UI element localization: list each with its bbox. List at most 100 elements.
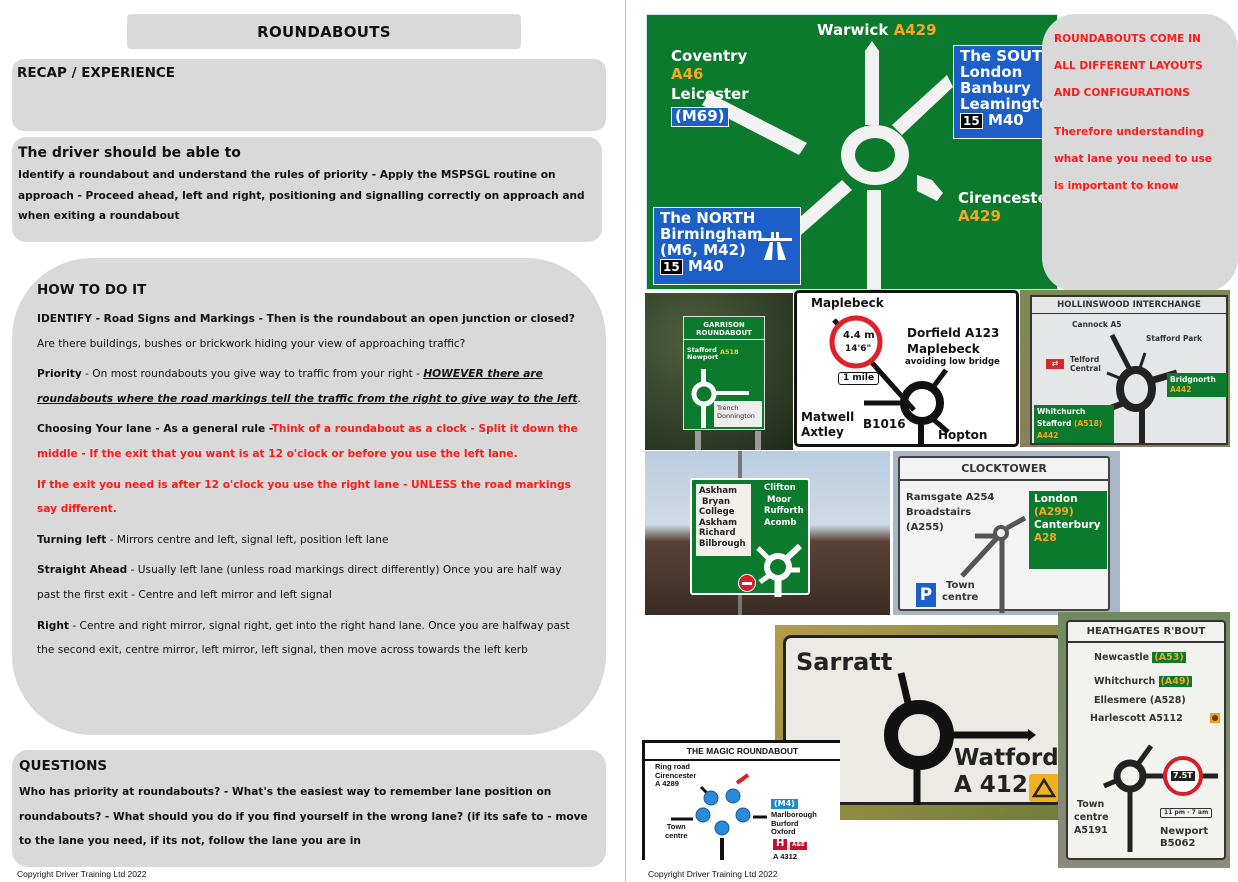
sign-text: A429 (958, 207, 1001, 225)
sign-text: A28 (1034, 532, 1057, 544)
straight-ahead-label: Straight Ahead (37, 564, 128, 577)
sign-text: centre (665, 830, 688, 840)
sign-text: (A518) (1073, 419, 1103, 428)
hollinswood-interchange-photo: HOLLINSWOOD INTERCHANGE Cannock A5 Staff… (1020, 290, 1230, 447)
sign-text: B1016 (863, 417, 906, 431)
recap-section: RECAP / EXPERIENCE (12, 59, 606, 131)
sign-text: A&E (790, 842, 807, 850)
objectives-text: Identify a roundabout and understand the… (18, 169, 585, 222)
askham-sign-face: Askham Bryan College Askham Richard Bilb… (690, 478, 810, 597)
right-text: - Centre and right mirror, signal right,… (37, 619, 570, 657)
sign-text: Central (1070, 364, 1101, 373)
copyright-left: Copyright Driver Training Ltd 2022 (17, 869, 147, 879)
sign-text: A 412 (954, 772, 1028, 798)
sign-text: Cirencester (958, 189, 1056, 207)
sign-text: Leicester (671, 85, 749, 103)
callout-text: ALL DIFFERENT LAYOUTS (1054, 60, 1203, 72)
right-label: Right (37, 619, 69, 632)
sign-text: Telford (1070, 355, 1100, 364)
sign-text: M40 (687, 257, 724, 275)
callout-text: Therefore understanding (1054, 126, 1204, 138)
callout-text: ROUNDABOUTS COME IN (1054, 33, 1201, 45)
sign-text: A518 (720, 348, 739, 356)
sign-text: A46 (671, 65, 704, 83)
copyright-right: Copyright Driver Training Ltd 2022 (648, 869, 778, 879)
sign-text: (M4) (771, 799, 798, 810)
sign-text: Stafford Park (1146, 334, 1202, 343)
sign-text: Hopton (938, 428, 988, 442)
right-paragraph: Right - Centre and right mirror, signal … (37, 614, 582, 663)
sign-text: Newport (687, 353, 719, 361)
sign-text: The NORTH (660, 209, 756, 227)
sign-text: B5062 (1160, 838, 1196, 849)
callout-box: ROUNDABOUTS COME IN ALL DIFFERENT LAYOUT… (1042, 14, 1238, 292)
sign-text: Coventry (671, 47, 748, 65)
maplebeck-sign: Maplebeck 4.4 m 14'6" 1 mile Dorfield A1… (794, 290, 1019, 447)
parking-icon: P (916, 583, 936, 607)
sign-text: Matwell (801, 410, 855, 424)
objectives-heading: The driver should be able to (18, 145, 241, 161)
sign-text: A429 (893, 21, 937, 39)
sign-text: Dorfield A123 (907, 326, 1000, 340)
no-entry-icon (738, 574, 756, 592)
sign-text: Town (1077, 799, 1105, 810)
sign-text: Warwick (817, 21, 889, 39)
sign-text: London (1034, 493, 1078, 505)
questions-text: Who has priority at roundabouts? - What'… (19, 786, 588, 848)
priority-paragraph: Priority - On most roundabouts you give … (37, 362, 582, 411)
sign-text: Axtley (801, 425, 844, 439)
sign-text: Maplebeck (907, 342, 980, 356)
motorway-icon (758, 232, 792, 260)
sign-post (755, 431, 761, 450)
sign-text: ROUNDABOUT (696, 329, 752, 337)
callout-text: is important to know (1054, 180, 1179, 192)
clocktower-sign-face: CLOCKTOWER Ramsgate A254 Broadstairs (A2… (898, 456, 1110, 613)
clocktower-sign-photo: CLOCKTOWER Ramsgate A254 Broadstairs (A2… (893, 451, 1120, 615)
sign-text: A442 (1170, 385, 1192, 394)
sign-text: A 4312 (773, 852, 797, 860)
sign-text: avoiding low bridge (905, 357, 1000, 367)
page-divider (625, 0, 626, 882)
identify-label: IDENTIFY - Road Signs and Markings - The… (37, 313, 575, 325)
questions-section: QUESTIONS Who has priority at roundabout… (12, 750, 606, 867)
primary-route-icon (1029, 774, 1059, 802)
sign-text: centre (1074, 812, 1109, 823)
sign-text: Newport (1160, 826, 1209, 837)
turning-left-text: - Mirrors centre and left, signal left, … (106, 533, 389, 546)
sign-text: centre (942, 592, 979, 603)
rail-icon: ⇄ (1046, 359, 1064, 369)
lane-rule-2: If the exit you need is after 12 o'clock… (37, 478, 571, 516)
page-title-text: ROUNDABOUTS (257, 22, 391, 41)
height-limit-text: 14'6" (845, 344, 872, 354)
sign-text: (M69) (671, 107, 729, 127)
how-to-heading: HOW TO DO IT (37, 282, 147, 298)
sign-text: (A299) (1034, 506, 1074, 518)
sign-text: Canterbury (1034, 519, 1101, 531)
askham-roundabout-photo: Askham Bryan College Askham Richard Bilb… (645, 451, 890, 615)
priority-label: Priority (37, 368, 82, 381)
sign-text: Town (946, 580, 975, 591)
identify-paragraph: IDENTIFY - Road Signs and Markings - The… (37, 307, 582, 356)
sign-text: Stafford (1037, 419, 1072, 428)
straight-ahead-paragraph: Straight Ahead - Usually left lane (unle… (37, 558, 582, 607)
sign-text: Trench (717, 404, 739, 412)
callout-text: AND CONFIGURATIONS (1054, 87, 1190, 99)
distance-plate: 1 mile (838, 372, 880, 386)
heathgates-sign-photo: HEATHGATES R'BOUT Newcastle (A53) Whitch… (1058, 612, 1230, 868)
sign-text: Watford (954, 745, 1059, 771)
callout-text: what lane you need to use (1054, 153, 1213, 165)
sign-text: GARRISON (703, 321, 745, 329)
recap-heading: RECAP / EXPERIENCE (17, 65, 176, 81)
callout-spacer (1054, 107, 1226, 119)
lane-label: Choosing Your lane - As a general rule - (37, 423, 272, 436)
hollinswood-sign-face: HOLLINSWOOD INTERCHANGE Cannock A5 Staff… (1030, 295, 1228, 445)
time-plate: 11 pm - 7 am (1160, 808, 1213, 819)
north-panel: The NORTH Birmingham (M6, M42) 15 M40 (653, 207, 801, 285)
sign-text: HOLLINSWOOD INTERCHANGE (1032, 297, 1226, 314)
triangle-icon (1031, 777, 1057, 798)
identify-text: Are there buildings, bushes or brickwork… (37, 337, 466, 350)
priority-text: - On most roundabouts you give way to tr… (81, 368, 424, 381)
page-title: ROUNDABOUTS (127, 14, 521, 49)
garrison-roundabout-photo: GARRISON ROUNDABOUT Stafford Newport A518 … (645, 293, 793, 450)
heathgates-sign-face: HEATHGATES R'BOUT Newcastle (A53) Whitch… (1066, 620, 1226, 860)
